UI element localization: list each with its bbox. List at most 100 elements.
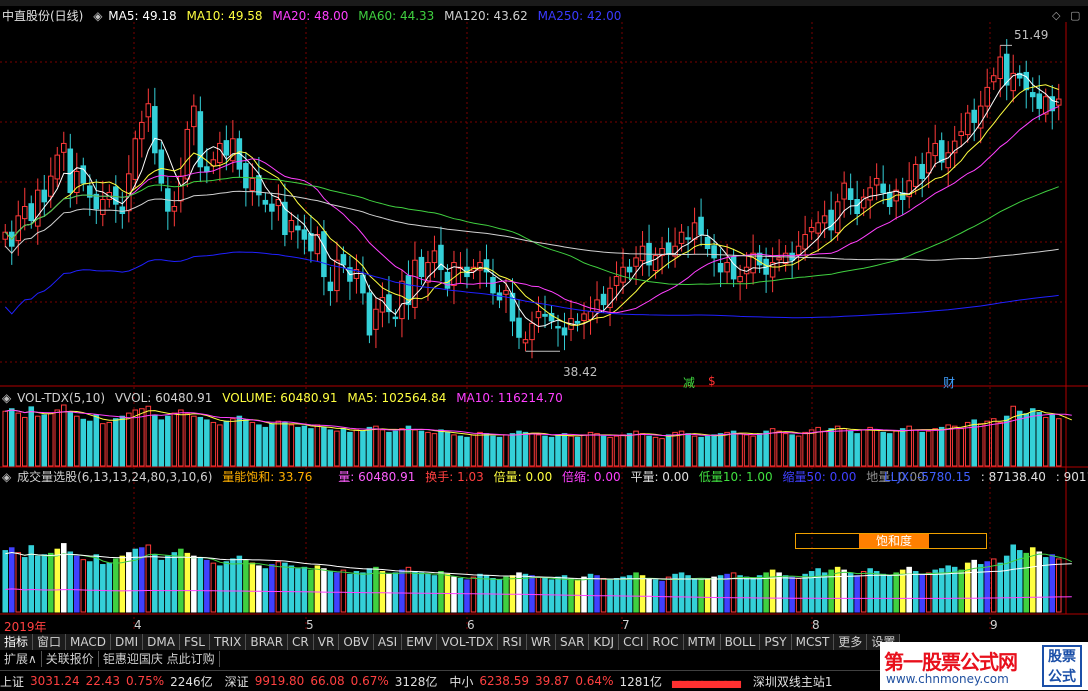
sh-name[interactable]: 上证 <box>0 673 24 690</box>
indicator-bar <box>47 552 54 613</box>
event-jian-marker[interactable]: 减 <box>683 374 695 391</box>
tab-13[interactable]: VOL-TDX <box>437 634 499 650</box>
vol-name[interactable]: VOL-TDX(5,10) <box>17 391 105 405</box>
candle-body <box>178 175 184 202</box>
volume-bar <box>626 433 633 467</box>
tab-14[interactable]: RSI <box>498 634 527 650</box>
volume-bar <box>15 412 22 467</box>
indicator-bar <box>340 569 347 613</box>
month-label-8: 8 <box>812 618 820 632</box>
tab-5[interactable]: FSL <box>179 634 210 650</box>
tab-10[interactable]: OBV <box>339 634 374 650</box>
settings-diamond-icon[interactable]: ◈ <box>93 9 102 23</box>
event-s-marker[interactable]: $ <box>708 374 716 388</box>
indicator-bar <box>886 575 893 613</box>
candle-body <box>295 225 301 231</box>
volume-bar <box>67 411 74 467</box>
expand-button[interactable]: 扩展∧ <box>0 651 42 667</box>
tab-18[interactable]: CCI <box>619 634 649 650</box>
tab-1[interactable]: 窗口 <box>33 634 67 650</box>
promo-link[interactable]: 钜惠迎国庆 点此订购 <box>99 651 220 667</box>
volume-bar <box>964 421 971 467</box>
tab-21[interactable]: BOLL <box>720 634 761 650</box>
tab-19[interactable]: ROC <box>648 634 684 650</box>
tab-20[interactable]: MTM <box>683 634 721 650</box>
sz-name[interactable]: 深证 <box>225 673 249 690</box>
indicator-bar <box>282 562 288 613</box>
window-control-icon[interactable]: ◇ <box>1052 9 1060 22</box>
tab-7[interactable]: BRAR <box>246 634 289 650</box>
volume-bar <box>633 430 639 467</box>
server-site[interactable]: 深圳双线主站1 <box>753 673 833 690</box>
vol-ma10-label: MA10: 116214.70 <box>456 391 563 405</box>
expand-icon[interactable]: ▢ <box>1070 9 1080 22</box>
related-quote-button[interactable]: 关联报价 <box>42 651 99 667</box>
candle-body <box>912 163 919 187</box>
candle-body <box>334 259 340 292</box>
tab-9[interactable]: VR <box>313 634 340 650</box>
vvol-label: VVOL: 60480.91 <box>114 391 213 405</box>
tab-6[interactable]: TRIX <box>209 634 247 650</box>
candle-body <box>613 276 620 286</box>
tab-24[interactable]: 更多 <box>834 634 868 650</box>
tab-0[interactable]: 指标 <box>0 634 34 650</box>
ind-settings-icon[interactable]: ◈ <box>2 470 11 484</box>
candle-body <box>249 177 256 192</box>
zx-name[interactable]: 中小 <box>449 673 473 690</box>
tab-22[interactable]: PSY <box>760 634 792 650</box>
volume-bar <box>503 434 509 467</box>
indicator-bar <box>308 569 314 613</box>
indicator-bar <box>223 561 230 613</box>
volume-bar <box>828 428 834 467</box>
ind-name[interactable]: 成交量选股(6,13,13,24,80,3,10,6) <box>17 470 212 484</box>
tab-11[interactable]: ASI <box>373 634 403 650</box>
candle-body <box>880 183 886 193</box>
indicator-bar <box>15 552 22 613</box>
sz-change: 66.08 <box>310 674 345 688</box>
tab-17[interactable]: KDJ <box>589 634 620 650</box>
volume-bar <box>386 431 392 467</box>
indicator-bar <box>347 573 353 613</box>
indicator-bar <box>561 575 568 613</box>
tab-16[interactable]: SAR <box>556 634 590 650</box>
volume-bar <box>782 433 789 467</box>
tab-23[interactable]: MCST <box>791 634 835 650</box>
volume-bar <box>1036 411 1043 467</box>
volume-bar <box>106 421 113 467</box>
volume-bar <box>80 418 87 467</box>
indicator-bar <box>522 573 529 613</box>
volume-bar <box>587 431 594 467</box>
tab-15[interactable]: WR <box>526 634 557 650</box>
month-label-2019: 2019年 <box>4 620 47 634</box>
indicator-bar <box>704 577 711 613</box>
indicator-bar <box>269 564 275 613</box>
indicator-bar <box>80 559 87 613</box>
indicator-bar <box>418 572 425 613</box>
indicator-bar <box>256 565 262 613</box>
candle-body <box>821 215 828 224</box>
logo-badge: 股票 公式 <box>1042 645 1082 687</box>
volume-bar <box>457 435 464 467</box>
candle-body <box>412 259 418 308</box>
vol-settings-icon[interactable]: ◈ <box>2 391 11 405</box>
tab-2[interactable]: MACD <box>66 634 112 650</box>
indicator-bar <box>405 566 412 613</box>
tab-4[interactable]: DMA <box>143 634 180 650</box>
tab-12[interactable]: EMV <box>402 634 438 650</box>
volume-bar <box>54 409 61 467</box>
tab-3[interactable]: DMI <box>111 634 144 650</box>
indicator-bar <box>854 575 860 613</box>
stock-title[interactable]: 中直股份(日线) <box>2 9 83 23</box>
volume-bar <box>21 416 28 467</box>
candle-body <box>431 250 438 264</box>
indicator-bar <box>100 564 106 613</box>
indicator-bar <box>204 559 210 613</box>
indicator-bar <box>548 579 555 613</box>
event-cai-marker[interactable]: 财 <box>943 374 955 391</box>
indicator-bar <box>984 561 990 613</box>
volume-bar <box>249 421 256 467</box>
volume-bar <box>477 431 483 467</box>
tab-8[interactable]: CR <box>288 634 314 650</box>
volume-bar <box>685 433 691 467</box>
candle-body <box>451 262 457 286</box>
